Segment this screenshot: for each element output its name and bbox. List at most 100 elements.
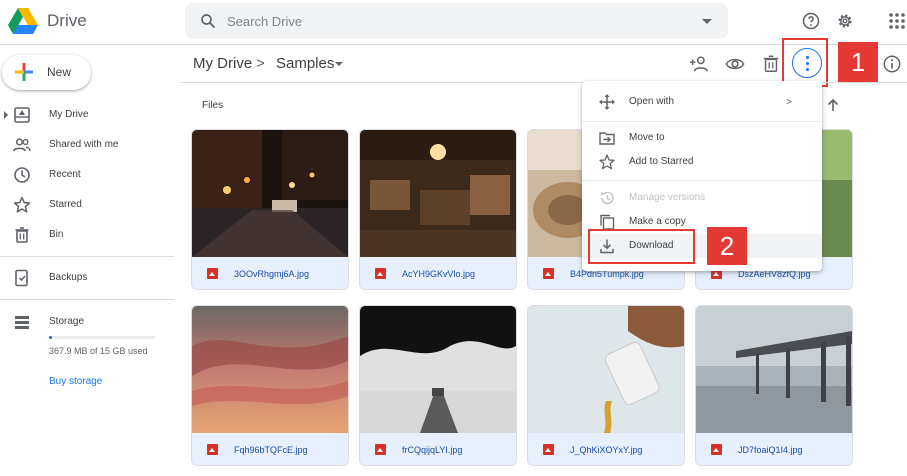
file-card[interactable]: frCQqijqLYI.jpg — [359, 305, 517, 466]
help-icon[interactable] — [801, 11, 821, 31]
menu-item-add-to-starred[interactable]: Add to Starred — [582, 150, 822, 174]
file-name: AcYH9GKvVlo.jpg — [402, 269, 476, 279]
file-name-bar: JD7foaiQ1I4.jpg — [696, 433, 852, 465]
breadcrumb-root[interactable]: My Drive — [193, 55, 252, 72]
menu-item-label: Add to Starred — [629, 156, 694, 167]
expand-arrow-icon[interactable] — [4, 111, 8, 119]
file-name: J_QhKiXOYxY.jpg — [570, 445, 643, 455]
folder-dropdown-icon[interactable] — [335, 62, 343, 66]
backup-device-icon — [15, 269, 28, 287]
sidebar-item-backups[interactable]: Backups — [0, 266, 175, 290]
clock-icon — [14, 167, 30, 183]
sidebar-item-storage[interactable]: Storage — [0, 310, 175, 334]
file-name: JD7foaiQ1I4.jpg — [738, 445, 803, 455]
image-file-icon — [375, 268, 386, 279]
sidebar-item-label: Starred — [49, 199, 82, 210]
my-drive-icon — [14, 107, 30, 123]
sidebar-item-my-drive[interactable]: My Drive — [0, 103, 175, 127]
menu-item-move-to[interactable]: Move to — [582, 126, 822, 150]
search-icon[interactable] — [199, 12, 217, 30]
sidebar-item-label: Shared with me — [49, 139, 119, 150]
sidebar: New My Drive Shared with me Recent Starr… — [0, 44, 180, 476]
file-name-bar: J_QhKiXOYxY.jpg — [528, 433, 684, 465]
storage-progress-bar — [49, 336, 155, 339]
sidebar-item-recent[interactable]: Recent — [0, 163, 175, 187]
step-2-badge: 2 — [707, 227, 747, 265]
sort-direction-arrow-icon[interactable] — [826, 97, 840, 113]
star-icon — [13, 196, 31, 213]
sidebar-item-bin[interactable]: Bin — [0, 223, 175, 247]
image-file-icon — [207, 268, 218, 279]
settings-gear-icon[interactable] — [835, 11, 855, 31]
file-thumbnail — [360, 306, 516, 433]
breadcrumb-separator: > — [256, 55, 265, 72]
sidebar-divider — [0, 256, 174, 257]
new-button[interactable]: New — [2, 55, 91, 90]
file-card[interactable]: J_QhKiXOYxY.jpg — [527, 305, 685, 466]
sidebar-item-shared-with-me[interactable]: Shared with me — [0, 133, 175, 157]
highlight-box-download — [588, 229, 695, 264]
menu-item-label: Move to — [629, 132, 665, 143]
sidebar-item-label: Recent — [49, 169, 81, 180]
step-1-badge: 1 — [838, 42, 878, 82]
file-name: Fqh96bTQFcE.jpg — [234, 445, 308, 455]
file-thumbnail — [696, 306, 852, 433]
highlight-box-more-actions — [782, 38, 828, 87]
file-card[interactable]: Fqh96bTQFcE.jpg — [191, 305, 349, 466]
search-options-icon[interactable] — [702, 19, 712, 24]
menu-item-open-with[interactable]: Open with > — [582, 90, 822, 114]
new-button-label: New — [47, 65, 72, 79]
trash-icon — [15, 227, 29, 243]
details-info-icon[interactable] — [882, 54, 902, 74]
image-file-icon — [711, 444, 722, 455]
star-icon — [599, 154, 615, 170]
plus-icon — [15, 63, 33, 81]
drive-logo-icon[interactable] — [8, 7, 38, 35]
search-bar[interactable] — [185, 3, 728, 39]
menu-item-label: Open with — [629, 96, 675, 107]
file-name: frCQqijqLYI.jpg — [402, 445, 463, 455]
file-name-bar: AcYH9GKvVlo.jpg — [360, 257, 516, 289]
sidebar-item-label: Bin — [49, 229, 64, 240]
buy-storage-link[interactable]: Buy storage — [49, 376, 102, 387]
file-thumbnail — [192, 130, 348, 257]
history-clock-icon — [601, 191, 614, 205]
file-card[interactable]: JD7foaiQ1I4.jpg — [695, 305, 853, 466]
image-file-icon — [543, 268, 554, 279]
storage-used-text: 367.9 MB of 15 GB used — [49, 346, 148, 356]
share-add-person-icon[interactable] — [689, 54, 709, 74]
app-title[interactable]: Drive — [47, 11, 87, 31]
image-file-icon — [207, 444, 218, 455]
image-file-icon — [375, 444, 386, 455]
file-name: 3OOvRhgmj6A.jpg — [234, 269, 310, 279]
copy-icon — [600, 214, 615, 230]
people-icon — [13, 138, 31, 152]
storage-icon — [15, 316, 29, 329]
breadcrumb-current-folder[interactable]: Samples — [276, 55, 334, 72]
image-file-icon — [543, 444, 554, 455]
open-with-arrows-icon — [599, 94, 615, 110]
menu-item-label: Make a copy — [629, 216, 686, 227]
file-name-bar: frCQqijqLYI.jpg — [360, 433, 516, 465]
file-name-bar: Fqh96bTQFcE.jpg — [192, 433, 348, 465]
sidebar-item-starred[interactable]: Starred — [0, 193, 175, 217]
search-input[interactable] — [227, 3, 677, 39]
menu-divider — [582, 121, 822, 122]
storage-progress-fill — [49, 336, 52, 339]
sidebar-item-label: Storage — [49, 316, 85, 327]
delete-trash-icon[interactable] — [761, 54, 781, 74]
menu-divider — [582, 180, 822, 181]
file-thumbnail — [360, 130, 516, 257]
file-thumbnail — [528, 306, 684, 433]
file-card[interactable]: AcYH9GKvVlo.jpg — [359, 129, 517, 290]
sidebar-item-label: Backups — [49, 272, 88, 283]
file-name-bar: 3OOvRhgmj6A.jpg — [192, 257, 348, 289]
top-bar: Drive — [0, 0, 907, 44]
apps-grid-icon[interactable] — [887, 11, 907, 31]
submenu-chevron-icon: > — [786, 97, 792, 108]
move-folder-icon — [599, 132, 615, 145]
file-card[interactable]: 3OOvRhgmj6A.jpg — [191, 129, 349, 290]
sidebar-divider — [0, 299, 174, 300]
files-section-label: Files — [202, 100, 224, 111]
preview-eye-icon[interactable] — [725, 54, 745, 74]
